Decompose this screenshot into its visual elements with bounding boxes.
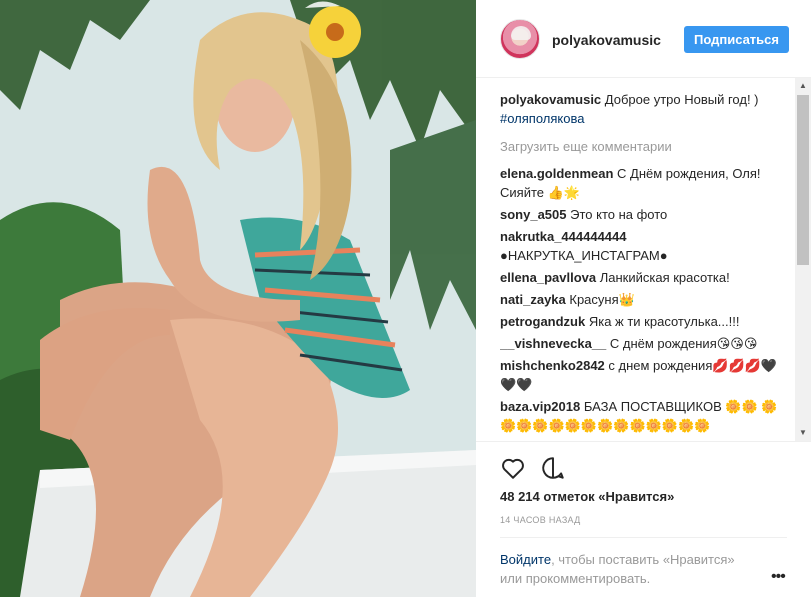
scroll-thumb[interactable] [797,95,809,265]
login-prompt: Войдите, чтобы поставить «Нравится» или … [500,550,760,588]
scroll-down-arrow-icon[interactable]: ▼ [795,425,811,441]
comment-item: elena.goldenmean С Днём рождения, Оля! С… [500,164,790,202]
comment-item: nakrutka_444444444 ●НАКРУТКА_ИНСТАГРАМ● [500,227,790,265]
comment-item: mishchenko2842 с днем рождения💋💋💋🖤🖤🖤 [500,356,790,394]
speech-bubble-icon[interactable] [540,455,566,481]
ellipsis-icon[interactable]: ••• [771,568,786,586]
comment-author[interactable]: baza.vip2018 [500,399,580,414]
login-link[interactable]: Войдите [500,552,551,567]
heart-outline-icon[interactable] [500,455,526,481]
divider [500,537,787,538]
header-username[interactable]: polyakovamusic [552,32,661,48]
post-caption: polyakovamusic Доброе утро Новый год! ) … [500,90,790,128]
comment-item: sony_a505 Это кто на фото [500,205,790,224]
caption-author[interactable]: polyakovamusic [500,92,601,107]
comment-text: С днём рождения😘😘😘 [606,336,758,351]
load-more-comments-link[interactable]: Загрузить еще комментарии [500,137,790,156]
comment-author[interactable]: __vishnevecka__ [500,336,606,351]
comment-author[interactable]: ellena_pavllova [500,270,596,285]
comments-scrollbar[interactable]: ▲ ▼ [795,78,811,441]
comment-author[interactable]: mishchenko2842 [500,358,605,373]
caption-text: Доброе утро Новый год! ) [601,92,759,107]
comment-item: baza.vip2018 БАЗА ПОСТАВЩИКОВ 🌼🌼 🌼🌼🌼🌼🌼🌼🌼… [500,397,790,435]
comment-author[interactable]: petrogandzuk [500,314,585,329]
comment-author[interactable]: nakrutka_444444444 [500,229,627,244]
comment-item: petrogandzuk Яка ж ти красотулька...!!! [500,312,790,331]
post-photo[interactable] [0,0,476,597]
avatar[interactable] [500,19,540,59]
post-actions: 48 214 отметок «Нравится» 14 ЧАСОВ НАЗАД… [476,441,811,596]
comment-text: Ланкийская красотка! [596,270,730,285]
comment-item: __vishnevecka__ С днём рождения😘😘😘 [500,334,790,353]
post-image [0,0,476,597]
follow-button[interactable]: Подписаться [684,26,789,53]
scroll-up-arrow-icon[interactable]: ▲ [795,78,811,94]
comment-item: ellena_pavllova Ланкийская красотка! [500,268,790,287]
likes-count[interactable]: 48 214 отметок «Нравится» [500,489,674,504]
comment-author[interactable]: nati_zayka [500,292,566,307]
comment-author[interactable]: sony_a505 [500,207,567,222]
comment-text: Красуня👑 [565,292,635,307]
comment-text: Это кто на фото [566,207,668,222]
comment-item: nati_zayka Красуня👑 [500,290,790,309]
comments-list: polyakovamusic Доброе утро Новый год! ) … [500,90,790,440]
post-timestamp[interactable]: 14 ЧАСОВ НАЗАД [500,515,581,525]
comment-text: ●НАКРУТКА_ИНСТАГРАМ● [500,248,668,263]
comment-author[interactable]: elena.goldenmean [500,166,613,181]
comment-text: Яка ж ти красотулька...!!! [585,314,740,329]
post-header: polyakovamusic Подписаться [476,0,811,78]
caption-hashtag[interactable]: #оляполякова [500,111,584,126]
